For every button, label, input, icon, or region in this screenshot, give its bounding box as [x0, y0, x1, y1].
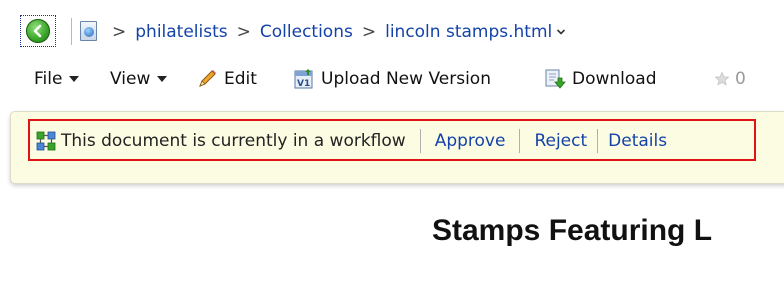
download-icon [544, 68, 566, 90]
upload-new-version-button[interactable]: V1 Upload New Version [293, 66, 491, 92]
page-title: Stamps Featuring L [432, 214, 713, 247]
site-globe-icon[interactable] [80, 21, 97, 41]
view-menu[interactable]: View [110, 66, 168, 92]
back-arrow-icon [26, 19, 50, 43]
caret-down-icon [157, 76, 168, 82]
breadcrumb-current-label: lincoln stamps.html [385, 22, 553, 42]
workflow-divider [419, 129, 421, 153]
upload-version-icon: V1 [293, 68, 315, 90]
approve-link[interactable]: Approve [435, 131, 506, 151]
back-button[interactable] [20, 15, 56, 47]
workflow-divider [519, 129, 521, 153]
toolbar-divider [71, 18, 72, 45]
details-link[interactable]: Details [608, 131, 667, 151]
breadcrumb: > philatelists > Collections > lincoln s… [112, 21, 566, 43]
breadcrumb-item-collections[interactable]: Collections [260, 22, 353, 42]
rating-count: 0 [735, 69, 746, 89]
breadcrumb-separator: > [361, 22, 377, 42]
breadcrumb-separator: > [112, 22, 127, 42]
edit-label: Edit [224, 69, 257, 89]
file-menu-label: File [34, 69, 63, 89]
edit-button[interactable]: Edit [196, 66, 257, 92]
reject-link[interactable]: Reject [534, 131, 587, 151]
file-menu[interactable]: File [34, 66, 80, 92]
pencil-icon [196, 68, 218, 90]
workflow-status-row: This document is currently in a workflow… [36, 128, 667, 154]
breadcrumb-current-item[interactable]: lincoln stamps.html [385, 22, 566, 42]
upload-new-version-label: Upload New Version [321, 69, 491, 89]
star-icon [714, 71, 730, 87]
breadcrumb-item-philatelists[interactable]: philatelists [135, 22, 227, 42]
svg-text:V1: V1 [297, 79, 310, 89]
view-menu-label: View [110, 69, 151, 89]
workflow-divider [597, 129, 599, 153]
workflow-message: This document is currently in a workflow [61, 131, 406, 151]
workflow-icon [36, 131, 56, 151]
rating-control[interactable]: 0 [714, 66, 746, 92]
download-button[interactable]: Download [544, 66, 657, 92]
caret-down-icon [69, 76, 80, 82]
chevron-down-icon [557, 29, 566, 35]
download-label: Download [572, 69, 657, 89]
breadcrumb-separator: > [236, 22, 251, 42]
